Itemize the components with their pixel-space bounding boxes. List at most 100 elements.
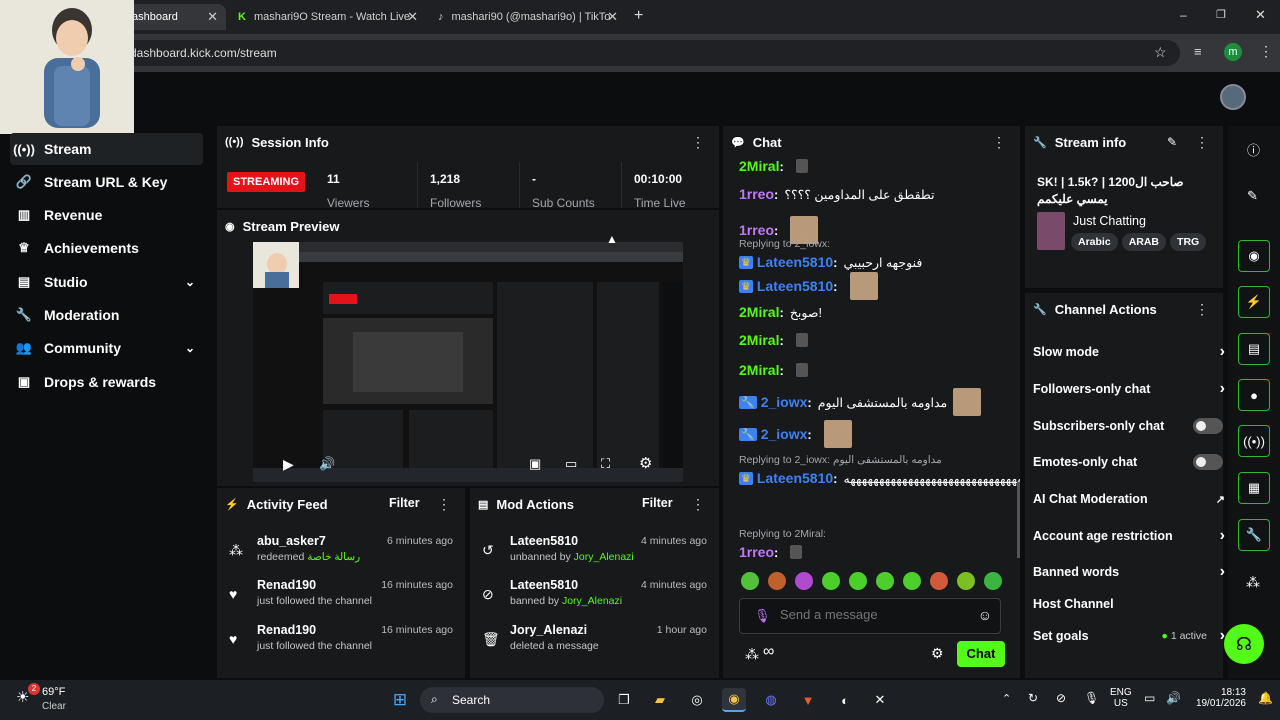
rail-chat-button[interactable]: ● bbox=[1238, 379, 1270, 411]
kick-points-icon[interactable]: ⁂ bbox=[745, 646, 759, 663]
sidebar-item-achievements[interactable]: ♕ Achievements bbox=[10, 232, 203, 264]
sync-icon[interactable]: ↻ bbox=[1028, 691, 1038, 705]
chat-message-list[interactable]: 2Miral:1rreo: تطقطق على المداومين ؟؟؟؟ 1rr… bbox=[723, 158, 1020, 568]
banned-words-row[interactable]: Banned words › bbox=[1033, 563, 1225, 580]
sidebar-item-revenue[interactable]: ▥ Revenue bbox=[10, 199, 203, 231]
tab-tiktok[interactable]: ♪ mashari90 (@mashari9o) | TikTo ✕ bbox=[430, 4, 626, 30]
edit-icon[interactable]: ✎ bbox=[1247, 188, 1258, 204]
chat-username[interactable]: 2Miral bbox=[739, 362, 779, 378]
capcut-icon[interactable]: ✕ bbox=[868, 688, 892, 712]
list-item[interactable]: ↺ Lateen5810 unbanned by Jory_Alenazi 4 … bbox=[482, 534, 711, 574]
sidebar-item-stream[interactable]: ((•)) Stream bbox=[10, 133, 203, 165]
task-view-icon[interactable]: ❐ bbox=[612, 688, 636, 712]
chat-message[interactable]: 2Miral: bbox=[739, 362, 808, 378]
fullscreen-icon[interactable]: ⛶ bbox=[601, 456, 610, 472]
followers-only-row[interactable]: Followers-only chat › bbox=[1033, 380, 1225, 397]
more-options-icon[interactable]: ⋮ bbox=[691, 496, 705, 513]
mod-filter-button[interactable]: Filter bbox=[642, 496, 673, 510]
emote-icon[interactable] bbox=[876, 572, 894, 590]
more-options-icon[interactable]: ⋮ bbox=[437, 496, 451, 513]
category-name[interactable]: Just Chatting bbox=[1073, 214, 1146, 228]
list-item[interactable]: ⊘ Lateen5810 banned by Jory_Alenazi 4 mi… bbox=[482, 578, 711, 618]
tab-kick-stream[interactable]: Kmashari9O Stream - Watch Live ✕ bbox=[230, 4, 426, 30]
host-channel-row[interactable]: Host Channel bbox=[1033, 597, 1223, 611]
set-goals-row[interactable]: Set goals ● 1 active › bbox=[1033, 627, 1225, 644]
mod-by[interactable]: Jory_Alenazi bbox=[562, 595, 622, 607]
browser-menu-icon[interactable]: ⋮ bbox=[1259, 43, 1273, 60]
emote-icon[interactable] bbox=[903, 572, 921, 590]
info-icon[interactable]: ⓘ bbox=[1247, 140, 1260, 159]
emote-icon[interactable] bbox=[849, 572, 867, 590]
user-avatar[interactable] bbox=[1220, 84, 1246, 110]
rail-mod-button[interactable]: ▤ bbox=[1238, 333, 1270, 365]
emote-icon[interactable] bbox=[795, 572, 813, 590]
network-off-icon[interactable]: ⊘ bbox=[1056, 691, 1066, 705]
microphone-icon[interactable]: 🎙 bbox=[754, 608, 771, 624]
rail-actions-button[interactable]: ▦ bbox=[1238, 472, 1270, 504]
rail-session-button[interactable]: ((•)) bbox=[1238, 425, 1270, 457]
chat-username[interactable]: Lateen5810 bbox=[757, 278, 833, 294]
more-options-icon[interactable]: ⋮ bbox=[1195, 134, 1209, 151]
emoji-picker-icon[interactable]: ☺ bbox=[978, 607, 992, 623]
chat-message[interactable]: 🔧 2_iowx: bbox=[739, 420, 852, 448]
emote-icon[interactable] bbox=[741, 572, 759, 590]
support-headset-button[interactable]: ☊ bbox=[1224, 624, 1264, 664]
close-tab-icon[interactable]: ✕ bbox=[407, 9, 418, 25]
taskbar-search[interactable]: ⌕ Search bbox=[420, 687, 604, 713]
chat-message[interactable]: 🔧 2_iowx: مداومه بالمستشفى اليوم bbox=[739, 388, 982, 416]
microphone-icon[interactable]: 🎙 bbox=[1084, 691, 1099, 705]
emote-icon[interactable] bbox=[930, 572, 948, 590]
profile-avatar[interactable]: m bbox=[1224, 43, 1242, 61]
reading-list-icon[interactable]: ≡ bbox=[1194, 44, 1202, 59]
chat-message[interactable]: 2Miral: صوبخ! bbox=[739, 304, 822, 320]
chat-username[interactable]: 2_iowx bbox=[761, 394, 808, 410]
more-options-icon[interactable]: ⋮ bbox=[691, 134, 705, 151]
list-item[interactable]: ♥ Renad190 just followed the channel 16 … bbox=[229, 578, 457, 618]
chat-message[interactable]: 1rreo: bbox=[739, 544, 803, 560]
chat-username[interactable]: 2_iowx bbox=[761, 426, 808, 442]
address-bar[interactable]: dashboard.kick.com/stream bbox=[120, 40, 1180, 66]
sidebar-item-drops[interactable]: ▣ Drops & rewards bbox=[10, 366, 203, 398]
obs-icon[interactable]: ◐ bbox=[833, 688, 857, 712]
discord-icon[interactable]: ◍ bbox=[759, 688, 783, 712]
bookmark-star-icon[interactable]: ☆ bbox=[1154, 44, 1167, 61]
account-age-row[interactable]: Account age restriction › bbox=[1033, 527, 1225, 544]
activity-filter-button[interactable]: Filter bbox=[389, 496, 420, 510]
sidebar-item-moderation[interactable]: 🔧 Moderation bbox=[10, 299, 203, 331]
chat-message[interactable]: ♛ Lateen5810: هههههههههههههههههههههههههههه… bbox=[739, 470, 1020, 486]
language-indicator[interactable]: ENG US bbox=[1110, 687, 1132, 709]
tab-dashboard[interactable]: ashboard ✕ bbox=[124, 4, 226, 30]
file-explorer-icon[interactable]: ▰ bbox=[648, 688, 672, 712]
list-item[interactable]: ♥ Renad190 just followed the channel 16 … bbox=[229, 623, 457, 663]
maximize-icon[interactable]: ❐ bbox=[1216, 8, 1226, 21]
close-tab-icon[interactable]: ✕ bbox=[607, 9, 618, 25]
tray-chevron-up-icon[interactable]: ⌃ bbox=[1002, 692, 1011, 705]
brave-icon[interactable]: ▼ bbox=[796, 688, 820, 712]
sidebar-item-stream-url[interactable]: 🔗 Stream URL & Key bbox=[10, 166, 203, 198]
chat-message[interactable]: 2Miral: bbox=[739, 158, 808, 174]
settings-gear-icon[interactable]: ⚙ bbox=[639, 454, 652, 472]
windows-start-icon[interactable]: ⊞ bbox=[388, 688, 412, 712]
chat-scrollbar[interactable] bbox=[1017, 482, 1020, 558]
more-options-icon[interactable]: ⋮ bbox=[992, 134, 1006, 151]
chat-username[interactable]: Lateen5810 bbox=[757, 470, 833, 486]
chat-username[interactable]: Lateen5810 bbox=[757, 254, 833, 270]
chat-username[interactable]: 2Miral bbox=[739, 304, 779, 320]
chat-input-box[interactable]: 🎙 ☺ bbox=[739, 598, 1001, 634]
rail-preview-button[interactable]: ◉ bbox=[1238, 240, 1270, 272]
chrome-icon[interactable]: ◉ bbox=[722, 688, 746, 712]
theater-icon[interactable]: ▭ bbox=[565, 456, 577, 472]
mod-by[interactable]: Jory_Alenazi bbox=[574, 551, 634, 563]
notification-bell-icon[interactable]: 🔔 bbox=[1258, 691, 1273, 705]
emote-icon[interactable] bbox=[822, 572, 840, 590]
sidebar-item-community[interactable]: 👥 Community ⌄ bbox=[10, 332, 203, 364]
chat-message[interactable]: 2Miral: bbox=[739, 332, 808, 348]
chat-settings-icon[interactable]: ⚙ bbox=[931, 645, 944, 662]
emotes-only-toggle[interactable] bbox=[1193, 454, 1223, 470]
more-options-icon[interactable]: ⋮ bbox=[1195, 301, 1209, 318]
subscribers-only-toggle[interactable] bbox=[1193, 418, 1223, 434]
volume-icon[interactable]: 🔊 bbox=[1166, 691, 1181, 705]
display-icon[interactable]: ▭ bbox=[1144, 691, 1155, 705]
rail-streaminfo-button[interactable]: 🔧 bbox=[1238, 519, 1270, 551]
list-item[interactable]: 🗑 Jory_Alenazi deleted a message 1 hour … bbox=[482, 623, 711, 663]
